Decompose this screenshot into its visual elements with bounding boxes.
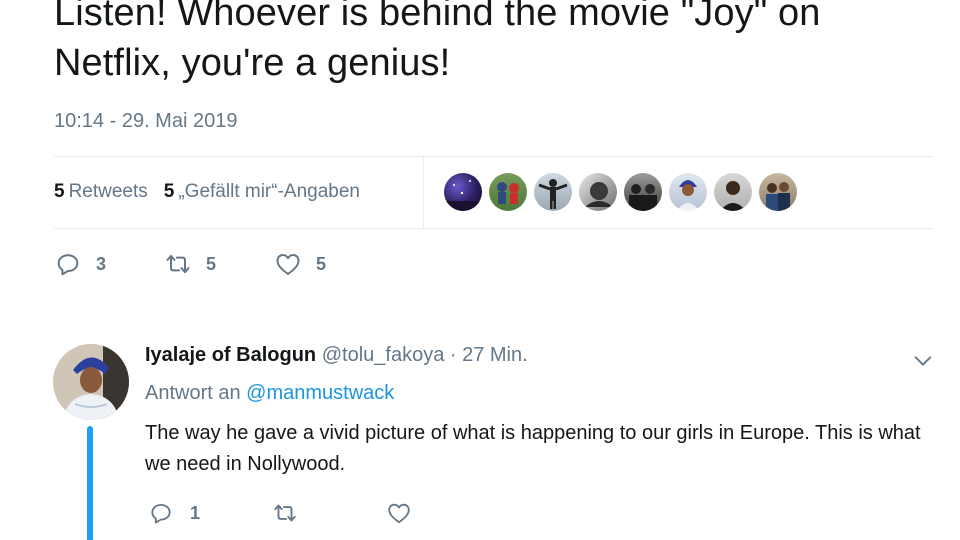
retweets-count: 5 (54, 181, 65, 202)
heart-icon (276, 254, 300, 275)
engagement-stats: 5 Retweets 5 „Gefällt mir“-Angaben (54, 156, 934, 228)
reply-avatar[interactable] (53, 344, 129, 420)
reply-actions: 1 (148, 500, 500, 526)
divider-bottom (54, 228, 934, 229)
reply-button[interactable]: 3 (54, 250, 106, 278)
reply-to-handle[interactable]: @manmustwack (246, 382, 394, 404)
reply-author-meta[interactable]: @tolu_fakoya · 27 Min. (322, 344, 528, 366)
liker-avatar-7[interactable] (714, 173, 752, 211)
retweet-count: 5 (206, 253, 217, 274)
retweet-icon (166, 254, 190, 274)
chevron-down-icon[interactable] (912, 350, 934, 372)
stats-separator (423, 156, 424, 228)
reply-author-name[interactable]: Iyalaje of Balogun (145, 344, 316, 366)
retweets-stat[interactable]: 5 Retweets (54, 181, 148, 203)
like-count: 5 (316, 253, 327, 274)
reply-retweet-button[interactable] (272, 500, 314, 526)
retweets-label: Retweets (68, 181, 148, 202)
tweet-text: Listen! Whoever is behind the movie "Joy… (54, 0, 821, 84)
likes-count: 5 (163, 181, 175, 202)
reply-icon (57, 254, 79, 276)
heart-icon (388, 503, 410, 524)
thread-line (87, 426, 93, 540)
likes-label: „Gefällt mir“-Angaben (178, 181, 360, 202)
reply-header: Iyalaje of Balogun @tolu_fakoya · 27 Min… (145, 344, 528, 367)
liker-avatar-4[interactable] (579, 173, 617, 211)
reply-to-line: Antwort an @manmustwack (145, 382, 394, 405)
reply-count: 3 (96, 253, 107, 274)
like-button[interactable]: 5 (274, 250, 326, 278)
reply-to-prefix: Antwort an (145, 382, 241, 404)
retweet-button[interactable]: 5 (164, 250, 216, 278)
liker-avatar-5[interactable] (624, 173, 662, 211)
retweet-icon (274, 504, 296, 522)
reply-text: The way he gave a vivid picture of what … (145, 422, 921, 475)
tweet-actions: 3 5 5 (54, 250, 384, 278)
reply-icon (151, 503, 171, 524)
liker-avatars (444, 173, 804, 211)
likes-stat[interactable]: 5 „Gefällt mir“-Angaben (164, 181, 360, 203)
liker-avatar-8[interactable] (759, 173, 797, 211)
reply-reply-count: 1 (190, 502, 201, 523)
liker-avatar-6[interactable] (669, 173, 707, 211)
liker-avatar-1[interactable] (444, 173, 482, 211)
tweet-timestamp[interactable]: 10:14 - 29. Mai 2019 (54, 110, 237, 133)
liker-avatar-2[interactable] (489, 173, 527, 211)
liker-avatar-3[interactable] (534, 173, 572, 211)
reply-like-button[interactable] (386, 500, 428, 526)
reply-reply-button[interactable]: 1 (148, 500, 200, 526)
